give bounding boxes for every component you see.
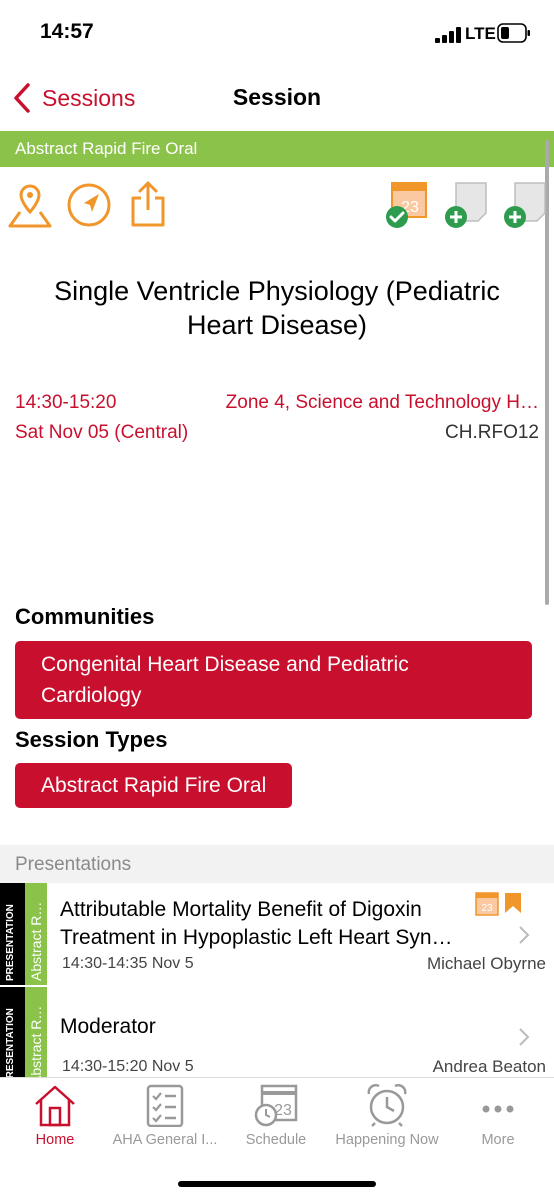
presentation-time: 14:30-15:20 Nov 5 <box>62 1058 194 1075</box>
presentation-item[interactable]: PRESENTATION Abstract R… 23 Attributable… <box>0 883 554 985</box>
presentation-speaker: Michael Obyrne <box>426 954 546 973</box>
presentation-time: 14:30-14:35 Nov 5 <box>62 955 194 972</box>
tab-label: More <box>481 1132 515 1148</box>
tab-aha-general-info[interactable]: AHA General I... <box>110 1078 220 1158</box>
session-code: CH.RFO12 <box>445 422 539 443</box>
share-icon[interactable] <box>130 180 166 228</box>
add-note-icon[interactable] <box>501 180 547 230</box>
navigate-icon[interactable] <box>66 182 112 228</box>
presentation-title-continued: Treatment in Hypoplastic Left Heart Syn… <box>60 926 453 949</box>
session-type-tag[interactable]: Abstract Rapid Fire Oral <box>15 763 293 808</box>
alarm-clock-icon <box>367 1083 407 1127</box>
tab-schedule[interactable]: 23 Schedule <box>221 1078 331 1158</box>
signal-icon <box>435 27 461 43</box>
tab-more[interactable]: More <box>443 1078 553 1158</box>
session-date-code: Sat Nov 05 (Central) CH.RFO12 <box>15 422 539 444</box>
home-icon <box>35 1085 75 1127</box>
page-title: Session <box>232 84 322 110</box>
nav-bar: Sessions Session <box>0 70 554 130</box>
battery-icon <box>497 23 530 43</box>
session-title: Single Ventricle Physiology (Pediatric H… <box>54 276 500 340</box>
tab-label: AHA General I... <box>112 1132 218 1148</box>
map-pin-icon[interactable] <box>8 182 52 228</box>
chevron-right-icon <box>519 926 530 944</box>
presentation-speaker: Andrea Beaton <box>432 1057 546 1076</box>
schedule-icon: 23 <box>254 1084 298 1127</box>
status-bar: 14:57 LTE <box>0 0 554 70</box>
presentation-side-label: PRESENTATION <box>5 904 16 981</box>
tab-label: Schedule <box>245 1132 307 1148</box>
tab-label: Home <box>35 1132 75 1148</box>
session-date: Sat Nov 05 (Central) <box>15 422 189 443</box>
home-indicator <box>178 1181 376 1187</box>
checklist-icon <box>146 1084 184 1127</box>
presentations-heading: Presentations <box>0 845 554 883</box>
presentation-side-label: PRESENTATION <box>5 1008 16 1077</box>
chevron-right-icon <box>519 1028 530 1046</box>
tab-happening-now[interactable]: Happening Now <box>332 1078 442 1158</box>
calendar-added-icon[interactable]: 23 <box>384 180 430 230</box>
presentation-type-label: Abstract R… <box>28 901 44 981</box>
presentation-type-label: Abstract R… <box>28 1005 44 1077</box>
presentation-title: Moderator <box>60 1015 156 1038</box>
add-note-icon[interactable] <box>442 180 488 230</box>
session-type-banner: Abstract Rapid Fire Oral <box>0 131 554 167</box>
session-time: 14:30-15:20 <box>15 392 117 413</box>
tab-label: Happening Now <box>335 1132 439 1148</box>
session-time-location: 14:30-15:20 Zone 4, Science and Technolo… <box>15 392 539 414</box>
communities-heading: Communities <box>15 604 155 629</box>
session-location[interactable]: Zone 4, Science and Technology H… <box>226 392 539 414</box>
presentation-item[interactable]: PRESENTATION Abstract R… Moderator 14:30… <box>0 987 554 1077</box>
tab-home[interactable]: Home <box>0 1078 110 1158</box>
status-time: 14:57 <box>40 20 94 43</box>
bookmark-icon[interactable] <box>504 892 522 914</box>
presentation-title: Attributable Mortality Benefit of Digoxi… <box>60 898 422 921</box>
session-types-heading: Session Types <box>15 727 168 752</box>
network-label: LTE <box>465 24 496 43</box>
more-icon <box>482 1105 514 1113</box>
session-toolbar: 23 <box>0 176 554 236</box>
community-tag[interactable]: Congenital Heart Disease and Pediatric C… <box>15 641 532 719</box>
